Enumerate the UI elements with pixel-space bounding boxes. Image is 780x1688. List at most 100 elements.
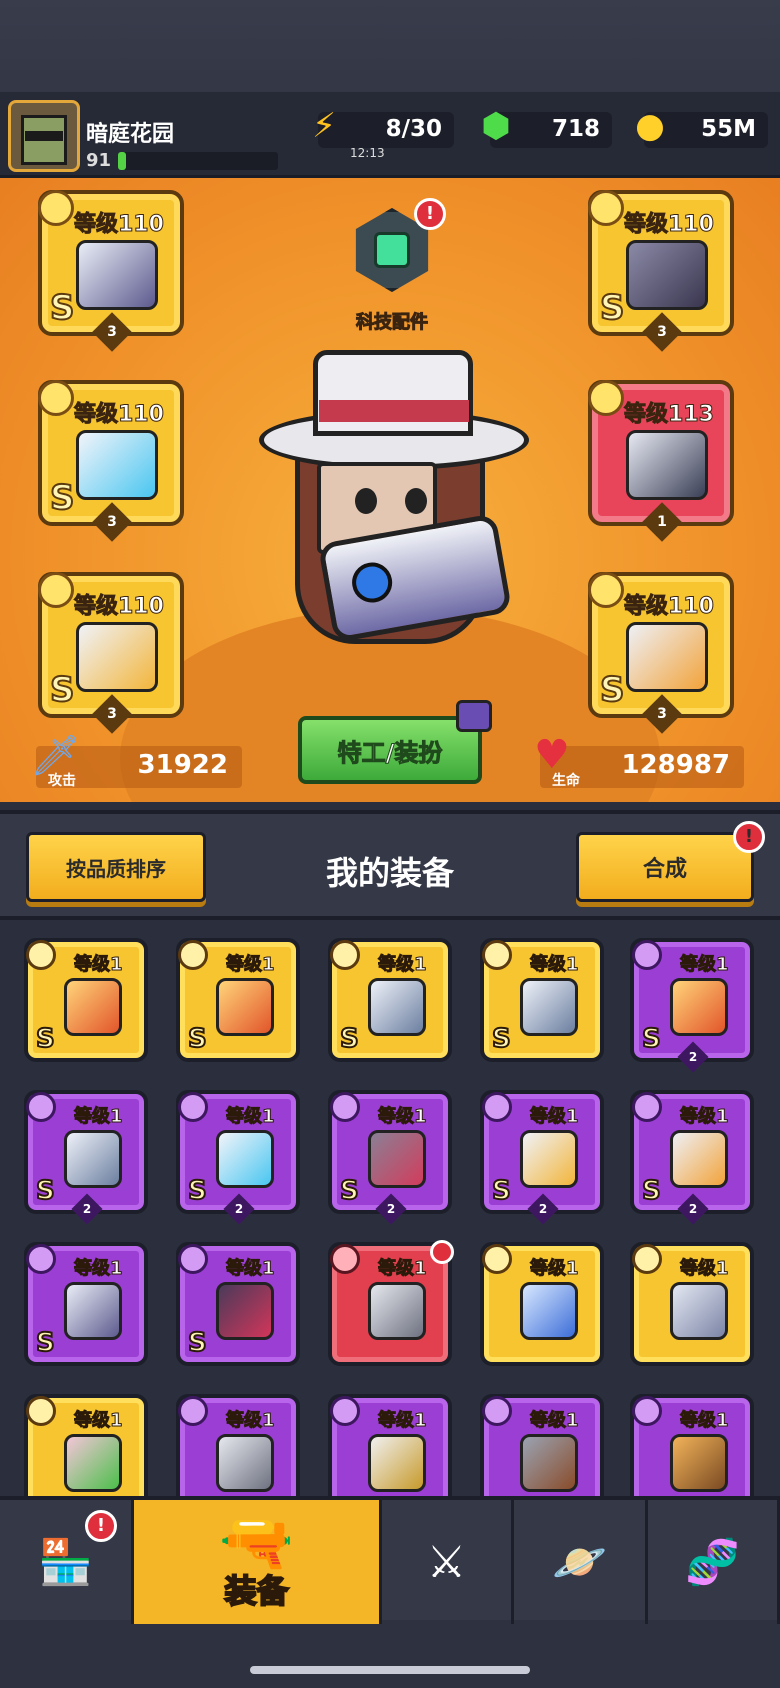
nav-tab-crossed-swords-star[interactable]: ⚔ bbox=[382, 1500, 514, 1624]
gold-coin-icon: ● bbox=[635, 106, 665, 146]
item-category-icon bbox=[178, 1244, 208, 1274]
hero-left-eye bbox=[355, 488, 377, 514]
equipped-gloves-slot[interactable]: 等级110 S 3 bbox=[38, 572, 184, 734]
item-category-icon bbox=[178, 1092, 208, 1122]
item-level: 等级1 bbox=[74, 1106, 124, 1128]
energy-counter[interactable]: ⚡ 8/30 12:13 bbox=[312, 106, 454, 160]
armor-level: 等级110 bbox=[624, 212, 715, 238]
inventory-item[interactable]: 等级1 bbox=[24, 1394, 148, 1500]
kunai-icon bbox=[368, 1282, 426, 1340]
necklace-stars: 3 bbox=[107, 514, 117, 530]
inventory-item[interactable]: 等级1 bbox=[328, 1240, 454, 1366]
attack-label: 攻击 bbox=[48, 773, 76, 789]
item-star-badge: 2 bbox=[223, 1193, 255, 1225]
necklace-star-badge: 3 bbox=[92, 502, 132, 542]
my-equipment-header: 按品质排序 我的装备 合成 ! bbox=[0, 810, 780, 920]
item-stars: 2 bbox=[82, 1202, 92, 1216]
life-value: 128987 bbox=[621, 750, 730, 780]
inventory-item[interactable]: 等级1 bbox=[480, 1394, 604, 1500]
inventory-item[interactable]: 等级1 S 2 bbox=[480, 1090, 604, 1225]
kunai-icon bbox=[216, 1434, 274, 1492]
shotgun-icon bbox=[520, 1434, 578, 1492]
tech-parts-button[interactable]: ! 科技配件 bbox=[344, 198, 446, 334]
item-category-icon bbox=[26, 1244, 56, 1274]
equipped-boots-slot[interactable]: 等级110 S 3 bbox=[588, 572, 734, 734]
inventory-item[interactable]: 等级1 S bbox=[480, 938, 604, 1062]
avatar-sunglasses bbox=[25, 131, 63, 141]
nav-tab-shop[interactable]: 🏪! bbox=[0, 1500, 134, 1624]
tech-alert-badge: ! bbox=[414, 198, 446, 230]
inventory-item[interactable]: 等级1 bbox=[176, 1394, 300, 1500]
item-star-badge: 2 bbox=[677, 1041, 709, 1073]
star-necklace-icon bbox=[216, 1130, 274, 1188]
item-category-icon bbox=[632, 940, 662, 970]
inventory-item[interactable]: 等级1 S 2 bbox=[24, 1090, 148, 1225]
inventory-item[interactable]: 等级1 bbox=[480, 1242, 604, 1366]
equipped-necklace-slot[interactable]: 等级110 S 3 bbox=[38, 380, 184, 542]
item-category-icon bbox=[482, 1396, 512, 1426]
inventory-item[interactable]: 等级1 S bbox=[328, 938, 452, 1062]
item-category-icon bbox=[330, 940, 360, 970]
inventory-item[interactable]: 等级1 S bbox=[176, 938, 300, 1062]
boots-star-badge: 3 bbox=[642, 694, 682, 734]
merge-button[interactable]: 合成 ! bbox=[576, 821, 765, 902]
shop-icon: 🏪 bbox=[38, 1537, 93, 1588]
costume-button-label: 特工/装扮 bbox=[337, 738, 443, 767]
life-stat: ♥ 生命 128987 bbox=[534, 732, 744, 789]
belt-icon bbox=[216, 1282, 274, 1340]
nav-tab-dna-tube[interactable]: 🧬 bbox=[648, 1500, 780, 1624]
attack-stat: 🗡 攻击 31922 bbox=[30, 733, 242, 789]
coin-counter[interactable]: ● 55M bbox=[635, 106, 768, 148]
nav-tab-revolver[interactable]: 🔫 装备 bbox=[134, 1500, 382, 1624]
gem-counter[interactable]: ⬢ 718 bbox=[481, 106, 612, 148]
inventory-item[interactable]: 等级1 bbox=[630, 1242, 754, 1366]
equipped-belt-slot[interactable]: 等级113 1 bbox=[588, 380, 734, 542]
inventory-item[interactable]: 等级1 S 2 bbox=[630, 938, 754, 1073]
inventory-item[interactable]: 等级1 S 2 bbox=[630, 1090, 754, 1225]
belt-level: 等级113 bbox=[624, 402, 715, 428]
item-category-icon bbox=[26, 1396, 56, 1426]
inventory-item[interactable]: 等级1 bbox=[328, 1394, 452, 1500]
item-level: 等级1 bbox=[680, 1106, 730, 1128]
purple-hat-icon bbox=[456, 700, 492, 732]
hero-right-eye bbox=[405, 488, 427, 514]
item-level: 等级1 bbox=[226, 1410, 276, 1432]
weapon-stars: 3 bbox=[107, 324, 117, 340]
planet-stars-icon: 🪐 bbox=[552, 1537, 607, 1588]
mech-armor-icon bbox=[368, 978, 426, 1036]
energy-timer: 12:13 bbox=[350, 146, 385, 160]
nav-tab-planet-stars[interactable]: 🪐 bbox=[514, 1500, 648, 1624]
costume-button[interactable]: 特工/装扮 bbox=[298, 700, 492, 784]
item-category-icon bbox=[482, 1244, 512, 1274]
sword-icon bbox=[670, 978, 728, 1036]
belt-star-badge: 1 bbox=[642, 502, 682, 542]
item-grade: S bbox=[35, 1023, 56, 1055]
inventory-item[interactable]: 等级1 S 2 bbox=[328, 1090, 452, 1225]
inventory-item[interactable]: 等级1 S bbox=[24, 938, 148, 1062]
item-stars: 2 bbox=[538, 1202, 548, 1216]
item-stars: 2 bbox=[688, 1050, 698, 1064]
sword-icon bbox=[216, 978, 274, 1036]
belt-stars: 1 bbox=[657, 514, 667, 530]
inventory-item[interactable]: 等级1 S bbox=[24, 1242, 148, 1366]
item-level: 等级1 bbox=[378, 954, 428, 976]
fur-glove-icon bbox=[520, 1282, 578, 1340]
hero-character[interactable] bbox=[255, 350, 535, 670]
item-grade: S bbox=[641, 1175, 662, 1207]
inventory-item[interactable]: 等级1 bbox=[630, 1394, 754, 1500]
inventory-item[interactable]: 等级1 S 2 bbox=[176, 1090, 300, 1225]
nav-tabs: 🏪! 🔫 装备 ⚔ 🪐 🧬 bbox=[0, 1496, 780, 1624]
blaster-lens bbox=[348, 559, 396, 606]
player-avatar[interactable] bbox=[8, 100, 80, 172]
item-category-icon bbox=[632, 1244, 662, 1274]
merge-alert-badge: ! bbox=[733, 821, 765, 853]
inventory-item[interactable]: 等级1 S bbox=[176, 1242, 300, 1366]
life-label: 生命 bbox=[552, 773, 580, 789]
equipment-inventory-grid[interactable]: 等级1 S 等级1 S 等级1 S 等级1 S 等级1 S 2 等级1 S 2 等级1 S 2 等级1 S 2 等级1 S… bbox=[0, 924, 780, 1500]
equipped-weapon-slot[interactable]: 等级110 S 3 bbox=[38, 190, 184, 352]
equipped-armor-slot[interactable]: 等级110 S 3 bbox=[588, 190, 734, 352]
home-indicator bbox=[250, 1666, 530, 1674]
item-level: 等级1 bbox=[378, 1410, 428, 1432]
sort-by-quality-button[interactable]: 按品质排序 bbox=[26, 832, 206, 902]
mech-boot-icon bbox=[670, 1130, 728, 1188]
